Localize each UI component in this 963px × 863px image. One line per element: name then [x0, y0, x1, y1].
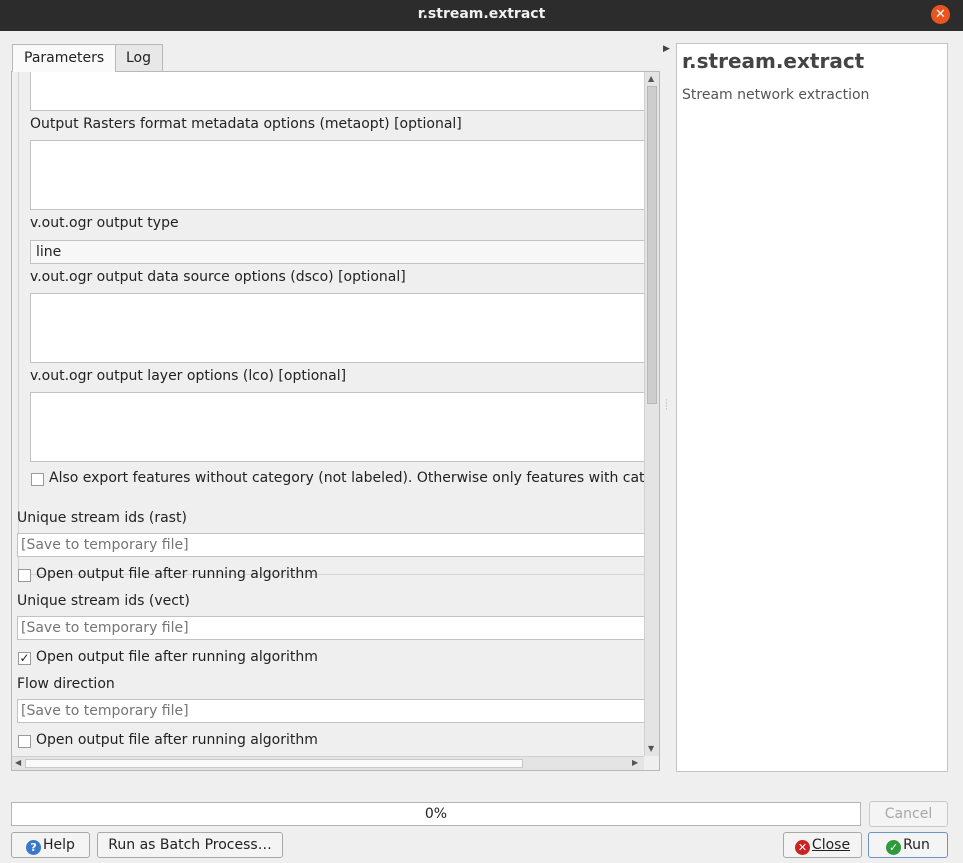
- window-close-icon[interactable]: ✕: [931, 5, 950, 24]
- flow-direction-field[interactable]: [17, 699, 644, 723]
- collapse-arrow-icon[interactable]: ▶: [663, 44, 670, 54]
- open-output-rast-label: Open output file after running algorithm: [36, 566, 318, 582]
- output-vect-label: Unique stream ids (vect): [17, 593, 190, 609]
- close-button-label: Close: [811, 837, 851, 853]
- open-flow-direction-checkbox[interactable]: [18, 735, 31, 748]
- progress-text: 0%: [424, 806, 448, 822]
- metaopt-label: Output Rasters format metadata options (…: [30, 116, 462, 132]
- output-rast-field[interactable]: [17, 533, 644, 557]
- advanced-parameters-group: Output Rasters format metadata options (…: [18, 72, 644, 575]
- cancel-button[interactable]: Cancel: [869, 801, 948, 827]
- export-nocat-checkbox[interactable]: [31, 473, 44, 486]
- scroll-up-icon[interactable]: ▲: [648, 74, 654, 83]
- tab-log[interactable]: Log: [114, 44, 164, 71]
- open-output-rast-checkbox[interactable]: [18, 569, 31, 582]
- dsco-textarea[interactable]: [30, 293, 644, 363]
- help-panel: r.stream.extract Stream network extracti…: [676, 43, 948, 772]
- dsco-label: v.out.ogr output data source options (ds…: [30, 269, 406, 285]
- metaopt-textarea[interactable]: [30, 140, 644, 210]
- progress-bar: 0%: [11, 802, 861, 826]
- help-button-label: Help: [43, 837, 75, 853]
- checkmark-icon: ✓: [19, 651, 30, 665]
- help-title: r.stream.extract: [682, 49, 865, 73]
- lco-textarea[interactable]: [30, 392, 644, 462]
- close-button[interactable]: ✕ Close: [783, 832, 862, 858]
- run-button-label: Run: [903, 837, 930, 853]
- batch-process-button[interactable]: Run as Batch Process…: [97, 832, 283, 858]
- output-type-label: v.out.ogr output type: [30, 215, 179, 231]
- window-title: r.stream.extract: [417, 6, 546, 22]
- open-flow-direction-label: Open output file after running algorithm: [36, 732, 318, 748]
- tab-parameters[interactable]: Parameters: [12, 44, 117, 72]
- scroll-right-icon[interactable]: ▶: [632, 758, 638, 767]
- close-icon: ✕: [794, 840, 810, 855]
- output-vect-field[interactable]: [17, 616, 644, 640]
- help-button[interactable]: ? Help: [11, 832, 90, 858]
- help-description: Stream network extraction: [682, 87, 870, 103]
- parameters-scroll-area: Output Rasters format metadata options (…: [12, 72, 644, 756]
- output-type-select[interactable]: line: [30, 240, 644, 264]
- window-titlebar: r.stream.extract ✕: [0, 0, 963, 31]
- help-icon: ?: [26, 840, 42, 855]
- run-check-icon: ✓: [886, 840, 902, 855]
- scroll-left-icon[interactable]: ◀: [15, 758, 21, 767]
- open-output-vect-label: Open output file after running algorithm: [36, 649, 318, 665]
- flow-direction-label: Flow direction: [17, 676, 115, 692]
- vertical-scrollbar[interactable]: ▲ ▼: [644, 72, 659, 756]
- textarea-createopt[interactable]: [30, 72, 644, 111]
- scroll-down-icon[interactable]: ▼: [648, 744, 654, 753]
- output-rast-label: Unique stream ids (rast): [17, 510, 187, 526]
- parameters-panel: Output Rasters format metadata options (…: [11, 71, 660, 771]
- horizontal-scrollbar[interactable]: ◀ ▶: [12, 756, 644, 770]
- run-button[interactable]: ✓ Run: [868, 832, 948, 858]
- vertical-scroll-thumb[interactable]: [647, 86, 657, 404]
- export-nocat-label: Also export features without category (n…: [49, 470, 644, 486]
- lco-label: v.out.ogr output layer options (lco) [op…: [30, 368, 347, 384]
- open-output-vect-checkbox[interactable]: ✓: [18, 652, 31, 665]
- splitter-handle[interactable]: · · · ·: [665, 397, 668, 415]
- horizontal-scroll-thumb[interactable]: [25, 759, 523, 768]
